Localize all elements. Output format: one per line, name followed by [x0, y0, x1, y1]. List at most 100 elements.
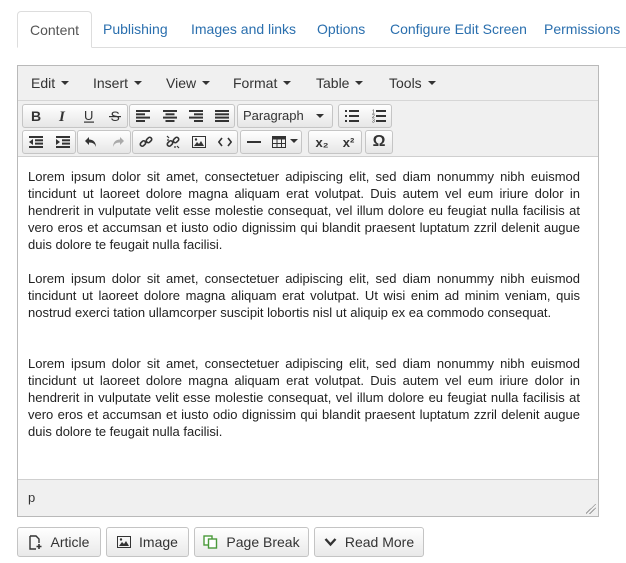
redo-icon: [112, 137, 124, 147]
tab-bar: Content Publishing Images and links Opti…: [17, 11, 626, 48]
underline-button[interactable]: U: [75, 105, 101, 127]
menu-format-label: Format: [233, 75, 278, 91]
italic-button[interactable]: I: [49, 105, 75, 127]
image-icon: [191, 136, 206, 148]
tab-content[interactable]: Content: [17, 11, 93, 48]
undo-icon: [85, 137, 96, 147]
menu-tools-label: Tools: [389, 75, 422, 91]
align-group: [129, 104, 235, 128]
menu-view-label: View: [166, 75, 197, 91]
caret-down-icon: [316, 114, 324, 118]
bullet-list-icon: [345, 110, 359, 122]
special-character-button[interactable]: Ω: [366, 131, 392, 153]
format-select[interactable]: Paragraph: [237, 104, 333, 128]
align-center-icon: [162, 110, 177, 122]
caret-down-icon: [289, 139, 298, 143]
unlink-button[interactable]: [159, 131, 185, 153]
editor-content[interactable]: Lorem ipsum dolor sit amet, consectetuer…: [18, 157, 598, 480]
insert-group: [132, 130, 238, 154]
history-group: [77, 130, 131, 154]
image-button[interactable]: Image: [106, 527, 189, 557]
paragraph-1: Lorem ipsum dolor sit amet, consectetuer…: [28, 169, 580, 252]
redo-button[interactable]: [104, 131, 130, 153]
unlink-icon: [165, 135, 180, 149]
hr-table-group: [240, 130, 302, 154]
insert-image-button[interactable]: [185, 131, 211, 153]
status-bar: p: [18, 480, 598, 516]
outdent-button[interactable]: [23, 131, 49, 153]
strikethrough-button[interactable]: S: [101, 105, 127, 127]
link-button[interactable]: [133, 131, 159, 153]
indent-group: [22, 130, 76, 154]
svg-text:U: U: [84, 109, 93, 123]
menu-insert-label: Insert: [93, 75, 129, 91]
subscript-button[interactable]: x₂: [309, 131, 335, 153]
toolbar: B I U S: [18, 101, 598, 157]
align-right-button[interactable]: [182, 105, 208, 127]
resize-handle-icon[interactable]: [586, 504, 596, 514]
menubar: Edit Insert View Format Table Tools: [18, 66, 598, 101]
page-break-button[interactable]: Page Break: [194, 527, 309, 557]
menu-view[interactable]: View: [166, 66, 211, 100]
chevron-down-icon: [324, 538, 337, 547]
align-center-button[interactable]: [156, 105, 182, 127]
numbered-list-button[interactable]: 123: [365, 105, 391, 127]
picture-icon: [117, 536, 132, 548]
tab-configure-edit-screen[interactable]: Configure Edit Screen: [390, 11, 527, 47]
undo-button[interactable]: [78, 131, 104, 153]
caret-down-icon: [283, 81, 292, 86]
menu-tools[interactable]: Tools: [389, 66, 436, 100]
svg-text:I: I: [58, 109, 66, 123]
format-select-value: Paragraph: [238, 105, 332, 127]
caret-down-icon: [134, 81, 143, 86]
caret-down-icon: [427, 81, 436, 86]
menu-edit[interactable]: Edit: [31, 66, 70, 100]
strikethrough-icon: S: [108, 109, 121, 123]
italic-icon: I: [58, 109, 66, 123]
read-more-button-label: Read More: [344, 534, 415, 550]
align-justify-button[interactable]: [208, 105, 234, 127]
list-group: 123: [338, 104, 392, 128]
script-group: x₂ x²: [308, 130, 362, 154]
underline-icon: U: [83, 109, 94, 123]
image-button-label: Image: [139, 534, 178, 550]
table-button[interactable]: [267, 131, 301, 153]
horizontal-rule-button[interactable]: [241, 131, 267, 153]
source-code-button[interactable]: [211, 131, 237, 153]
element-path[interactable]: p: [28, 490, 35, 505]
file-add-icon: [28, 534, 42, 550]
svg-text:B: B: [31, 109, 41, 123]
tab-options[interactable]: Options: [317, 11, 365, 47]
paragraph-2: Lorem ipsum dolor sit amet, consectetuer…: [28, 271, 580, 320]
menu-table-label: Table: [316, 75, 350, 91]
tab-permissions[interactable]: Permissions: [544, 11, 620, 47]
align-justify-icon: [214, 110, 229, 122]
menu-table[interactable]: Table: [316, 66, 364, 100]
rich-text-editor: Edit Insert View Format Table Tools B I …: [17, 65, 599, 517]
article-button[interactable]: Article: [17, 527, 101, 557]
outdent-icon: [29, 136, 43, 148]
horizontal-rule-icon: [247, 141, 261, 143]
caret-down-icon: [355, 81, 364, 86]
copy-icon: [203, 535, 218, 549]
align-left-button[interactable]: [130, 105, 156, 127]
bullet-list-button[interactable]: [339, 105, 365, 127]
tab-publishing[interactable]: Publishing: [103, 11, 168, 47]
special-char-group: Ω: [365, 130, 393, 154]
superscript-button[interactable]: x²: [335, 131, 361, 153]
caret-down-icon: [61, 81, 70, 86]
menu-edit-label: Edit: [31, 75, 56, 91]
table-icon: [271, 136, 286, 148]
tab-images-and-links[interactable]: Images and links: [191, 11, 296, 47]
menu-format[interactable]: Format: [233, 66, 292, 100]
menu-insert[interactable]: Insert: [93, 66, 143, 100]
page-break-button-label: Page Break: [226, 534, 300, 550]
bold-button[interactable]: B: [23, 105, 49, 127]
svg-text:3: 3: [372, 119, 375, 124]
link-icon: [139, 136, 153, 148]
indent-button[interactable]: [49, 131, 75, 153]
indent-icon: [55, 136, 70, 148]
paragraph-3: Lorem ipsum dolor sit amet, consectetuer…: [28, 356, 580, 439]
bold-icon: B: [31, 109, 41, 123]
read-more-button[interactable]: Read More: [314, 527, 424, 557]
